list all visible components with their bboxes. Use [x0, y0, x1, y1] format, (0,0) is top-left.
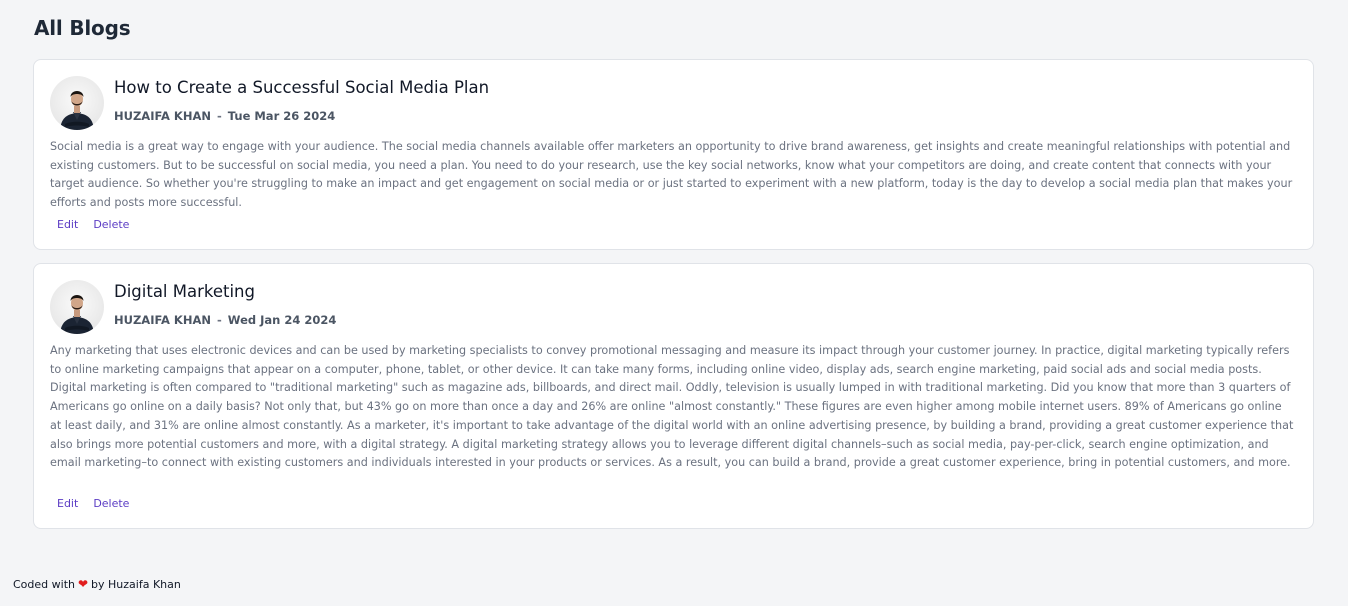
post-meta: How to Create a Successful Social Media …: [114, 76, 489, 123]
heart-icon: ❤: [77, 576, 89, 591]
footer-suffix: by Huzaifa Khan: [91, 578, 181, 591]
post-meta: Digital Marketing HUZAIFA KHAN - Wed Jan…: [114, 280, 336, 327]
footer: Coded with ❤ by Huzaifa Khan: [13, 576, 181, 592]
footer-prefix: Coded with: [13, 578, 75, 591]
post-title: Digital Marketing: [114, 282, 255, 301]
blog-card: How to Create a Successful Social Media …: [33, 59, 1314, 250]
post-body: Social media is a great way to engage wi…: [50, 140, 1293, 210]
edit-link[interactable]: Edit: [57, 497, 78, 510]
post-author: HUZAIFA KHAN: [114, 313, 211, 327]
post-date: Wed Jan 24 2024: [227, 313, 337, 327]
avatar: [50, 76, 104, 130]
post-header: Digital Marketing HUZAIFA KHAN - Wed Jan…: [50, 280, 336, 334]
byline-separator: -: [217, 109, 222, 123]
post-byline: HUZAIFA KHAN - Wed Jan 24 2024: [114, 313, 336, 327]
post-title: How to Create a Successful Social Media …: [114, 78, 490, 97]
post-actions: Edit Delete: [57, 218, 129, 231]
post-actions: Edit Delete: [57, 497, 129, 510]
post-author: HUZAIFA KHAN: [114, 109, 211, 123]
byline-separator: -: [217, 313, 222, 327]
edit-link[interactable]: Edit: [57, 218, 78, 231]
post-date: Tue Mar 26 2024: [227, 109, 336, 123]
post-body: Any marketing that uses electronic devic…: [50, 344, 1294, 470]
page: All Blogs How to Create a Successful Soc…: [0, 0, 1348, 606]
post-byline: HUZAIFA KHAN - Tue Mar 26 2024: [114, 109, 489, 123]
avatar: [50, 280, 104, 334]
delete-link[interactable]: Delete: [93, 218, 129, 231]
page-title: All Blogs: [34, 16, 131, 40]
blog-card: Digital Marketing HUZAIFA KHAN - Wed Jan…: [33, 263, 1314, 529]
post-header: How to Create a Successful Social Media …: [50, 76, 489, 130]
delete-link[interactable]: Delete: [93, 497, 129, 510]
